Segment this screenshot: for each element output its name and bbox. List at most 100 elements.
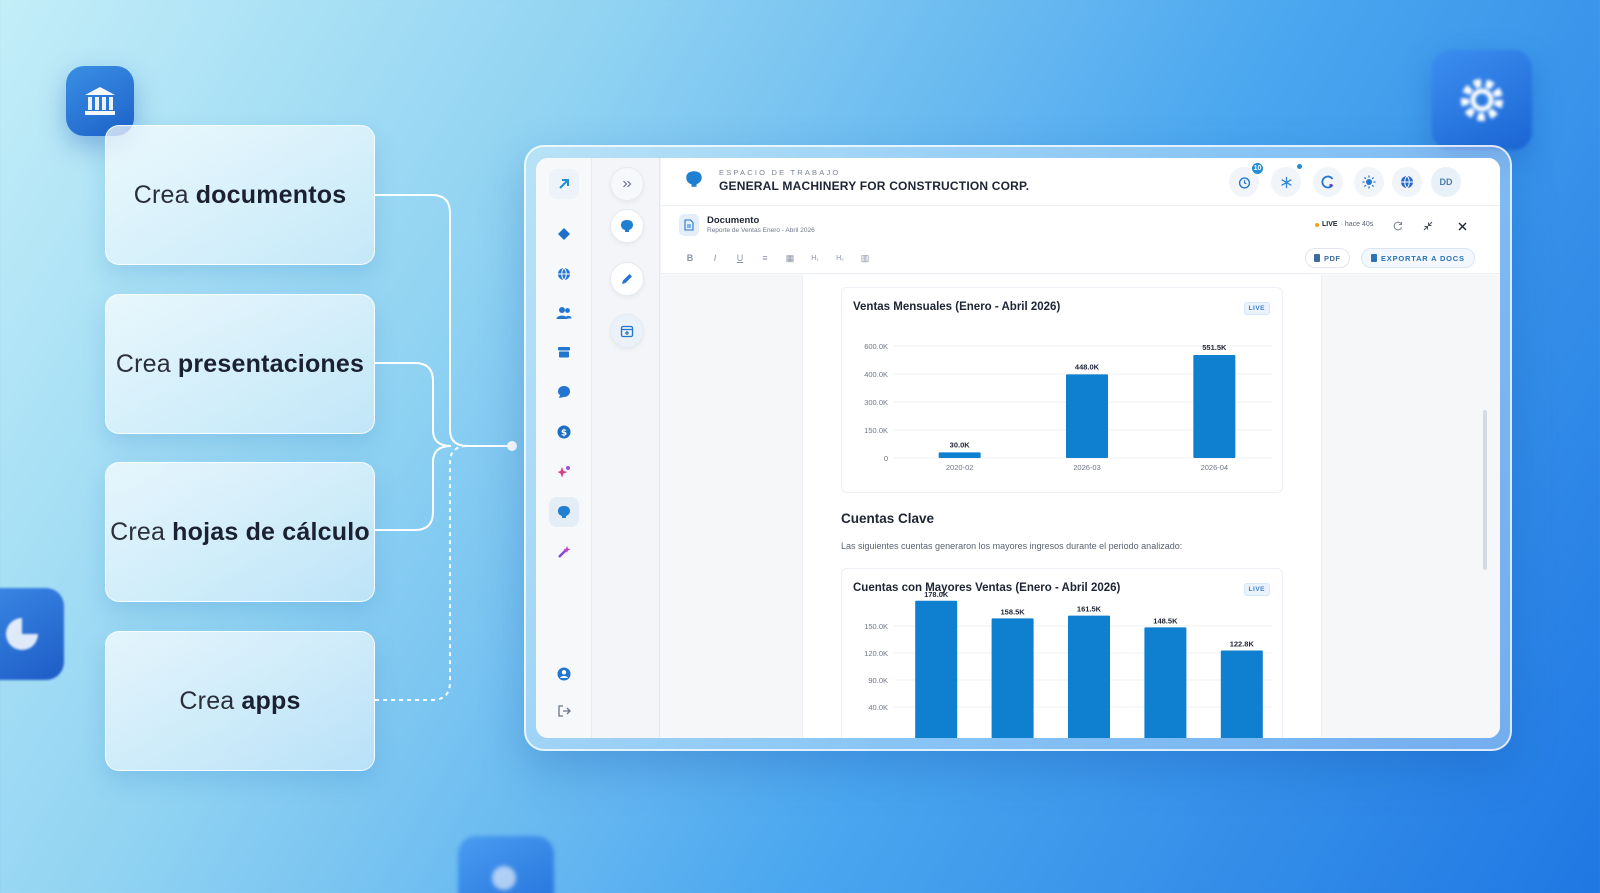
workspace-label: ESPACIO DE TRABAJO [719, 168, 841, 177]
feature-card-apps: Crea apps [105, 631, 375, 771]
gear-icon [1432, 50, 1532, 150]
data-label: 158.5K [1001, 607, 1026, 616]
close-icon[interactable] [1455, 219, 1469, 233]
feature-label: apps [241, 686, 301, 715]
dollar-icon[interactable]: $ [549, 417, 579, 447]
list-button[interactable]: ≡ [758, 253, 772, 263]
document-subtitle: Reporte de Ventas Enero - Abril 2026 [707, 227, 815, 234]
last-updated: · hace 40s [1340, 221, 1374, 228]
pdf-button[interactable]: PDF [1305, 248, 1350, 268]
bar [1144, 627, 1187, 738]
feature-prefix: Crea [133, 180, 189, 209]
feature-card-spreadsheets: Crea hojas de cálculo [105, 462, 375, 602]
document-canvas: Ventas Mensuales (Enero - Abril 2026) LI… [661, 275, 1500, 738]
notifications-button[interactable]: 10 [1229, 161, 1265, 197]
feature-label: presentaciones [177, 349, 365, 378]
snowflake-icon [1280, 176, 1292, 188]
brain-icon[interactable] [549, 497, 579, 527]
data-label: 551.5K [1202, 343, 1227, 352]
bar [1193, 355, 1236, 458]
diamond-icon[interactable] [549, 219, 579, 249]
app-window: $ ESPACIO DE TRABAJO GENERAL MACHINERY F… [536, 158, 1500, 738]
y-tick-label: 150.0K [864, 426, 888, 435]
profile-icon[interactable] [549, 659, 579, 689]
sun-icon [1362, 175, 1376, 189]
refresh-icon[interactable] [1391, 219, 1405, 233]
data-label: 161.5K [1077, 605, 1102, 614]
expand-icon[interactable] [610, 167, 644, 201]
data-label: 448.0K [1075, 362, 1100, 371]
snowflake-button[interactable] [1271, 164, 1302, 197]
bar-chart-svg: 150.0K 120.0K 90.0K 40.0K 178.0K 158.5K 161.5K… [864, 590, 1272, 738]
bar [938, 452, 981, 458]
live-label: LIVE [1322, 221, 1338, 228]
table-button[interactable]: ▦ [783, 253, 797, 264]
alarm-clock-icon [1238, 176, 1250, 189]
x-tick-label: 2026-03 [1073, 463, 1101, 472]
section-text: Las siguientes cuentas generaron los may… [841, 541, 1183, 551]
language-button[interactable] [1392, 167, 1422, 197]
users-icon[interactable] [549, 298, 579, 328]
data-label: 178.0K [924, 590, 949, 599]
feature-label: documentos [195, 180, 347, 209]
monthly-sales-chart: Ventas Mensuales (Enero - Abril 2026) LI… [841, 287, 1283, 493]
sidebar-rail: $ [536, 158, 592, 738]
bar [915, 600, 958, 738]
feature-prefix: Crea [115, 349, 171, 378]
magic-icon[interactable] [549, 537, 579, 567]
feature-label: hojas de cálculo [172, 517, 370, 546]
feature-prefix: Crea [110, 517, 166, 546]
pie-icon [458, 836, 554, 893]
archive-icon[interactable] [549, 337, 579, 367]
user-avatar[interactable]: DD [1431, 167, 1461, 197]
data-label: 30.0K [950, 440, 971, 449]
bold-button[interactable]: B [683, 253, 697, 263]
calendar-plus-icon[interactable] [610, 314, 644, 348]
brain-ai-icon[interactable] [610, 209, 644, 243]
bar [1068, 615, 1110, 738]
sparkle-icon[interactable] [549, 457, 579, 487]
bar-chart-svg: 600.0K 400.0K 300.0K 150.0K 0 30.0K 2020-02 448… [864, 342, 1272, 472]
y-tick-label: 90.0K [868, 676, 888, 685]
live-dot [1315, 222, 1319, 227]
globe-icon[interactable] [549, 259, 579, 289]
bar [1220, 650, 1263, 738]
workspace-name[interactable]: GENERAL MACHINERY FOR CONSTRUCTION CORP. [719, 179, 1029, 193]
italic-button[interactable]: I [708, 253, 722, 263]
document-page: Ventas Mensuales (Enero - Abril 2026) LI… [802, 275, 1322, 738]
y-tick-label: 0 [884, 454, 888, 463]
notification-badge: 10 [1250, 161, 1265, 176]
feature-card-documents: Crea documentos [105, 125, 375, 265]
globe-language-icon [1401, 175, 1413, 189]
main-area: ESPACIO DE TRABAJO GENERAL MACHINERY FOR… [661, 158, 1500, 738]
collapse-icon[interactable] [1421, 219, 1435, 233]
top-bar: ESPACIO DE TRABAJO GENERAL MACHINERY FOR… [661, 158, 1500, 206]
theme-button[interactable] [1354, 167, 1384, 197]
scrollbar[interactable] [1483, 410, 1487, 570]
tool-panel [592, 158, 660, 738]
bar [1066, 374, 1108, 458]
svg-text:$: $ [561, 428, 567, 438]
heading2-button[interactable]: H₂ [833, 255, 847, 262]
chat-icon[interactable] [549, 377, 579, 407]
x-tick-label: 2026-04 [1201, 463, 1229, 472]
pen-icon[interactable] [610, 262, 644, 296]
y-tick-label: 300.0K [864, 398, 888, 407]
pdf-file-icon [1314, 254, 1320, 262]
export-docs-button[interactable]: EXPORTAR A DOCS [1361, 248, 1475, 268]
x-tick-label: 2020-02 [946, 463, 974, 472]
sync-button[interactable] [1313, 167, 1343, 197]
document-title: Documento [707, 215, 760, 226]
chart-pie-icon [0, 588, 64, 680]
feature-prefix: Crea [179, 686, 235, 715]
underline-button[interactable]: U [733, 253, 747, 263]
document-bar: Documento Reporte de Ventas Enero - Abri… [661, 206, 1500, 246]
logo-arrow-icon[interactable] [549, 169, 579, 199]
chart-button[interactable]: ▥ [858, 253, 872, 264]
format-toolbar: B I U ≡ ▦ H₁ H₂ ▥ PDF EXPORTAR A DOCS [661, 246, 1500, 274]
live-status: LIVE · hace 40s [1315, 221, 1373, 228]
logout-icon[interactable] [549, 696, 579, 726]
top-accounts-chart: Cuentas con Mayores Ventas (Enero - Abri… [841, 568, 1283, 738]
feature-card-presentations: Crea presentaciones [105, 294, 375, 434]
heading1-button[interactable]: H₁ [808, 255, 822, 262]
